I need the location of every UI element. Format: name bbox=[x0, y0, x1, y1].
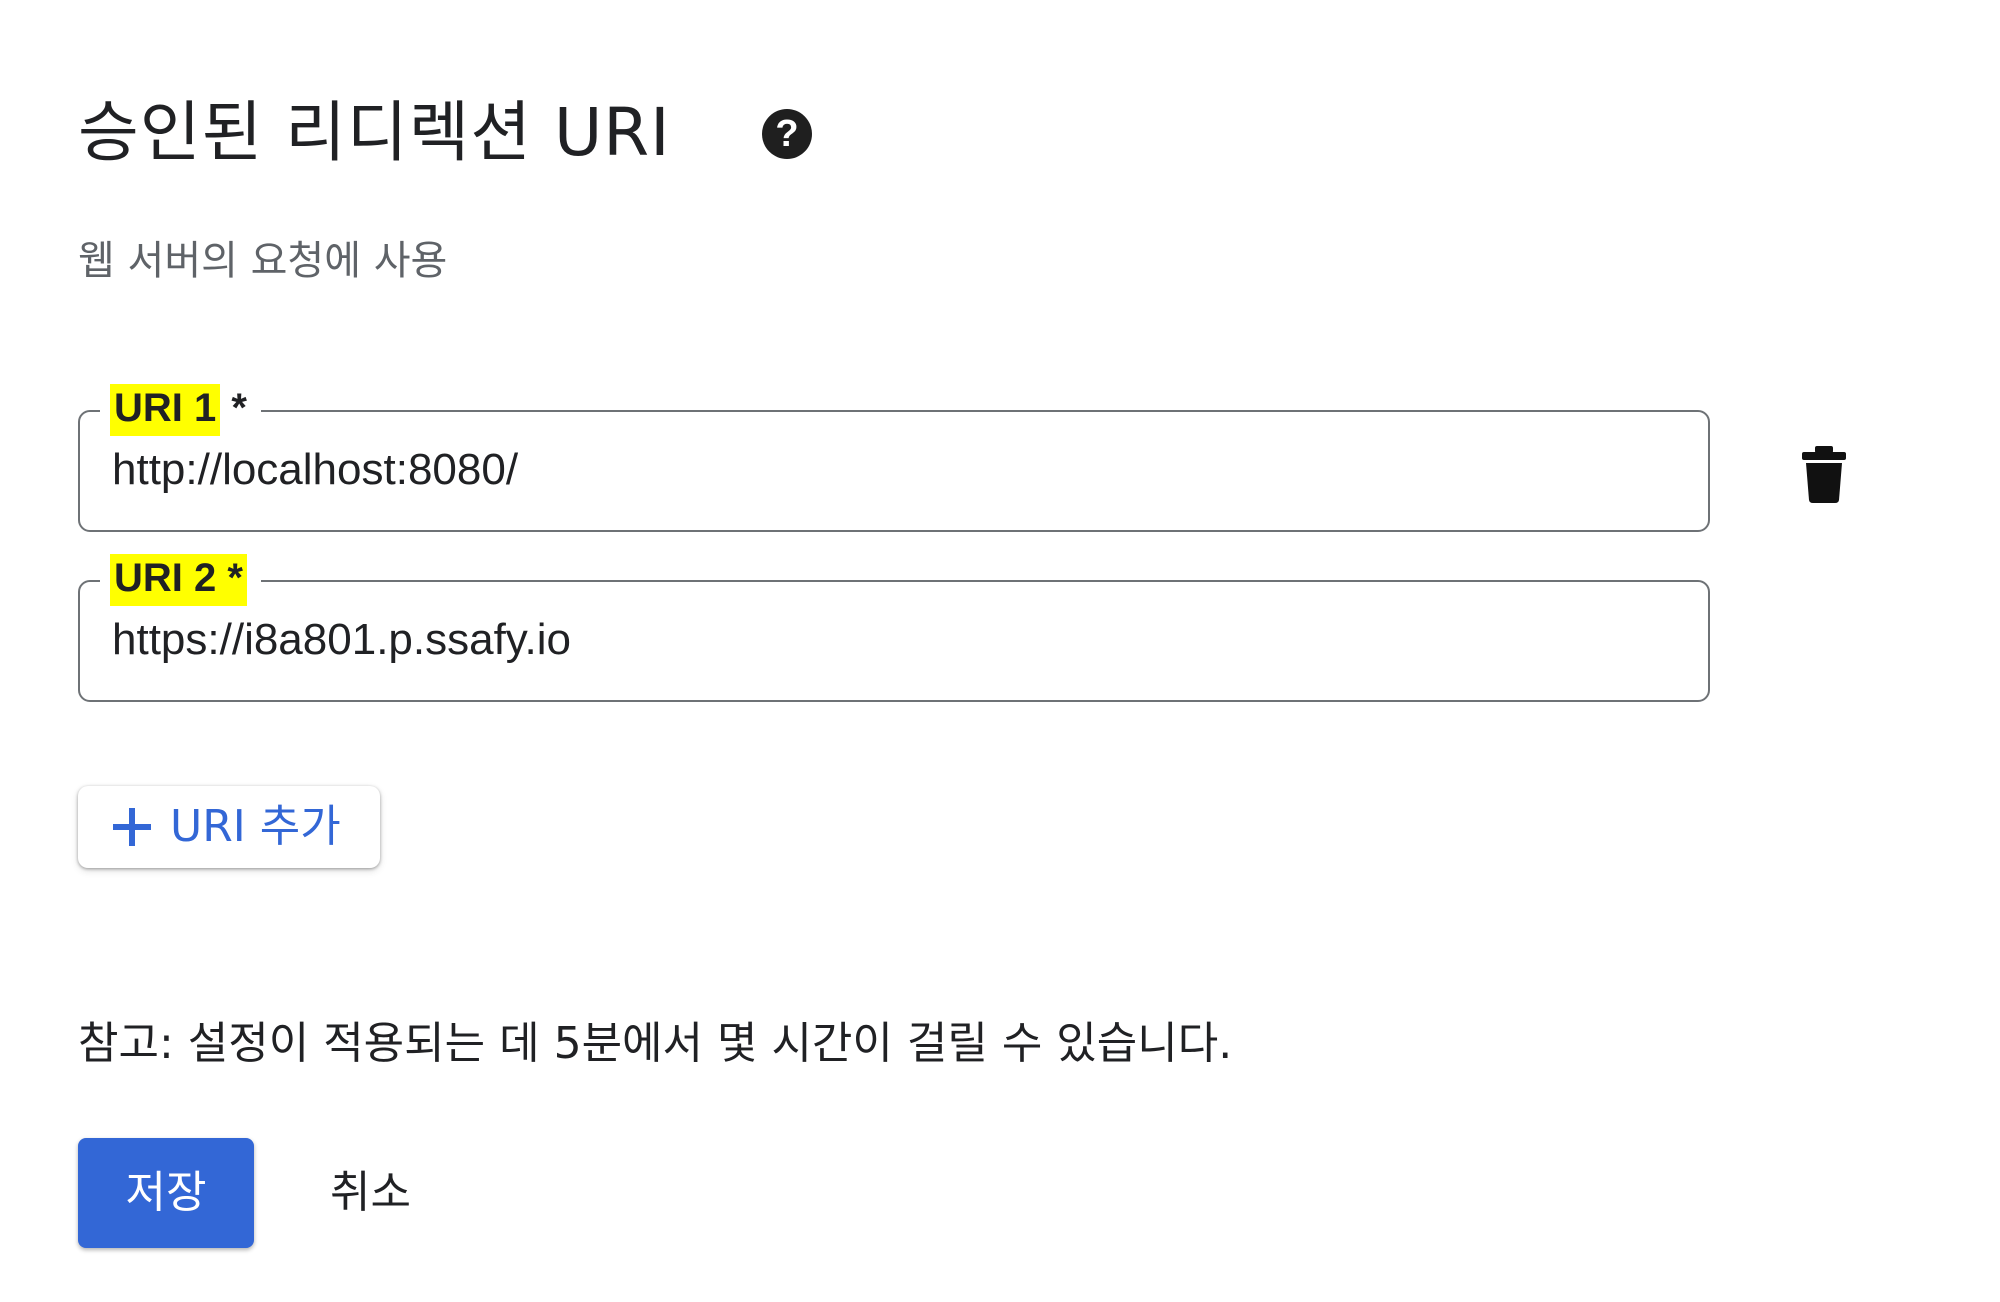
trash-icon bbox=[1802, 446, 1846, 503]
uri-1-field[interactable]: URI 1 * bbox=[78, 380, 1710, 532]
uri-1-label-text: URI 1 bbox=[110, 384, 221, 436]
settings-note: 참고: 설정이 적용되는 데 5분에서 몇 시간이 걸릴 수 있습니다. bbox=[78, 1018, 1233, 1069]
plus-icon bbox=[113, 808, 151, 846]
uri-1-input[interactable] bbox=[112, 440, 1672, 500]
add-uri-label: URI 추가 bbox=[170, 801, 341, 852]
section-title: 승인된 리디렉션 URI bbox=[78, 94, 671, 171]
uri-2-label: URI 2 * bbox=[100, 550, 261, 606]
uri-1-required-marker: * bbox=[231, 386, 247, 430]
uri-2-field[interactable]: URI 2 * bbox=[78, 550, 1710, 702]
section-subtitle: 웹 서버의 요청에 사용 bbox=[78, 238, 448, 284]
uri-2-required-marker: * bbox=[227, 556, 243, 600]
uri-2-label-text: URI 2 * bbox=[110, 554, 247, 606]
delete-uri-1-button[interactable] bbox=[1796, 444, 1852, 504]
cancel-button[interactable]: 취소 bbox=[330, 1163, 411, 1223]
help-circle-icon[interactable]: ? bbox=[762, 109, 812, 159]
uri-2-input[interactable] bbox=[112, 610, 1672, 670]
add-uri-button[interactable]: URI 추가 bbox=[78, 786, 380, 868]
uri-1-label: URI 1 * bbox=[100, 380, 261, 436]
save-button[interactable]: 저장 bbox=[78, 1138, 254, 1248]
